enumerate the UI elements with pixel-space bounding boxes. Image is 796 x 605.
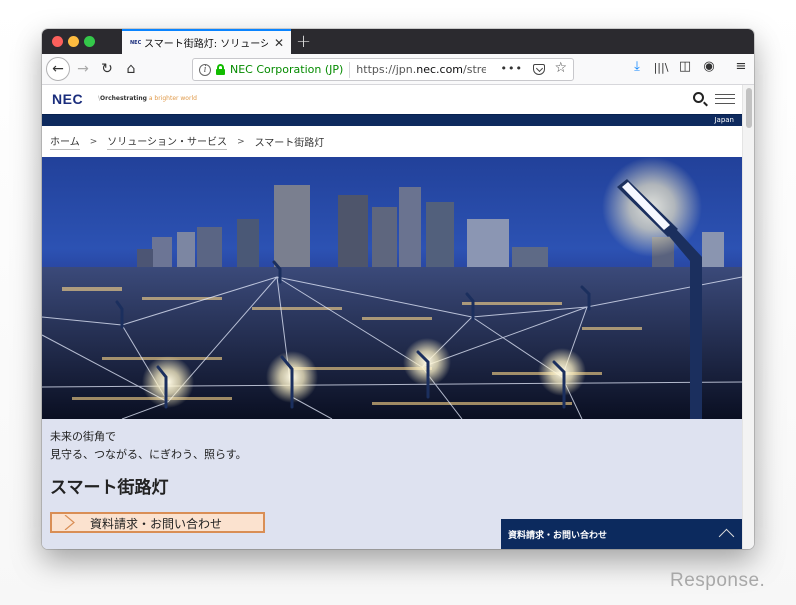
forward-button[interactable]: →	[72, 58, 94, 80]
tab-active[interactable]: NEC スマート街路灯: ソリューション ✕	[122, 29, 291, 54]
lead-text-line2: 見守る、つながる、にぎわう、照らす。	[50, 448, 247, 461]
scrollbar-thumb[interactable]	[746, 88, 752, 128]
cityscape-illustration	[42, 157, 742, 419]
lock-icon[interactable]	[216, 64, 225, 75]
site-identity[interactable]: NEC Corporation (JP)	[230, 63, 343, 76]
bookmark-star-icon[interactable]: ☆	[554, 60, 567, 76]
breadcrumb-home[interactable]: ホーム	[50, 133, 80, 150]
breadcrumb-separator: >	[89, 136, 98, 147]
maximize-window-button[interactable]	[84, 36, 95, 47]
screen: NEC スマート街路灯: ソリューション ✕ + ← → ↻ ⌂ i NEC C…	[0, 0, 796, 605]
intro-section: 未来の街角で 見守る、つながる、にぎわう、照らす。 スマート街路灯 資料請求・お…	[42, 419, 742, 549]
url-text[interactable]: https://jpn.nec.com/streetligh	[356, 63, 486, 76]
address-bar[interactable]: i NEC Corporation (JP) https://jpn.nec.c…	[192, 58, 574, 81]
inquiry-button[interactable]: 資料請求・お問い合わせ	[50, 512, 265, 533]
floating-inquiry-label: 資料請求・お問い合わせ	[508, 531, 608, 541]
search-icon[interactable]	[693, 92, 704, 103]
navigation-bar: ← → ↻ ⌂ i NEC Corporation (JP) https://j…	[42, 54, 754, 85]
url-scheme: https://jpn.	[356, 63, 417, 76]
sidebar-icon[interactable]: ◫	[676, 59, 694, 74]
tab-title: スマート街路灯: ソリューション	[144, 39, 268, 50]
url-divider	[349, 61, 351, 78]
reload-button[interactable]: ↻	[96, 58, 118, 80]
url-path: /streetligh	[463, 63, 487, 76]
hamburger-menu-icon[interactable]	[715, 94, 735, 104]
page-viewport: NEC \Orchestrating a brighter world Japa…	[42, 85, 754, 549]
tagline-main: Orchestrating	[100, 95, 147, 102]
hero-image	[42, 157, 742, 419]
response-watermark: Response.	[670, 570, 766, 591]
breadcrumb-current: スマート街路灯	[254, 138, 325, 149]
region-selector[interactable]: Japan	[714, 116, 734, 124]
chevron-up-icon[interactable]	[718, 528, 735, 545]
breadcrumb: ホーム > ソリューション・サービス > スマート街路灯	[42, 126, 742, 157]
breadcrumb-solutions[interactable]: ソリューション・サービス	[107, 133, 228, 150]
inquiry-button-label: 資料請求・お問い合わせ	[90, 517, 223, 531]
nec-logo[interactable]: NEC	[52, 91, 83, 107]
close-tab-icon[interactable]: ✕	[274, 36, 284, 50]
account-icon[interactable]: ◉	[700, 59, 718, 74]
close-window-button[interactable]	[52, 36, 63, 47]
site-header: NEC \Orchestrating a brighter world	[42, 85, 742, 114]
new-tab-button[interactable]: +	[296, 31, 311, 52]
page-actions-icon[interactable]: •••	[501, 62, 523, 75]
browser-window: NEC スマート街路灯: ソリューション ✕ + ← → ↻ ⌂ i NEC C…	[42, 29, 754, 549]
tagline-accent: a brighter world	[146, 95, 197, 102]
library-icon[interactable]: |||\	[652, 61, 670, 74]
breadcrumb-separator: >	[237, 136, 245, 147]
home-button[interactable]: ⌂	[120, 58, 142, 80]
region-bar: Japan	[42, 114, 742, 126]
back-button[interactable]: ←	[46, 57, 70, 81]
floating-inquiry-panel[interactable]: 資料請求・お問い合わせ	[501, 519, 742, 549]
tab-bar: NEC スマート街路灯: ソリューション ✕ +	[42, 29, 754, 54]
lead-text-line1: 未来の街角で	[50, 430, 116, 443]
download-icon[interactable]: ⤓	[628, 59, 646, 74]
brand-tagline: \Orchestrating a brighter world	[98, 95, 197, 102]
page-title: スマート街路灯	[50, 478, 169, 498]
chevron-right-icon	[64, 515, 75, 530]
vertical-scrollbar[interactable]	[742, 85, 754, 549]
menu-icon[interactable]: ≡	[732, 59, 750, 74]
info-icon[interactable]: i	[199, 63, 211, 76]
minimize-window-button[interactable]	[68, 36, 79, 47]
nec-favicon-icon: NEC	[130, 39, 142, 46]
url-domain: nec.com	[416, 63, 464, 76]
pocket-icon[interactable]	[533, 64, 545, 75]
